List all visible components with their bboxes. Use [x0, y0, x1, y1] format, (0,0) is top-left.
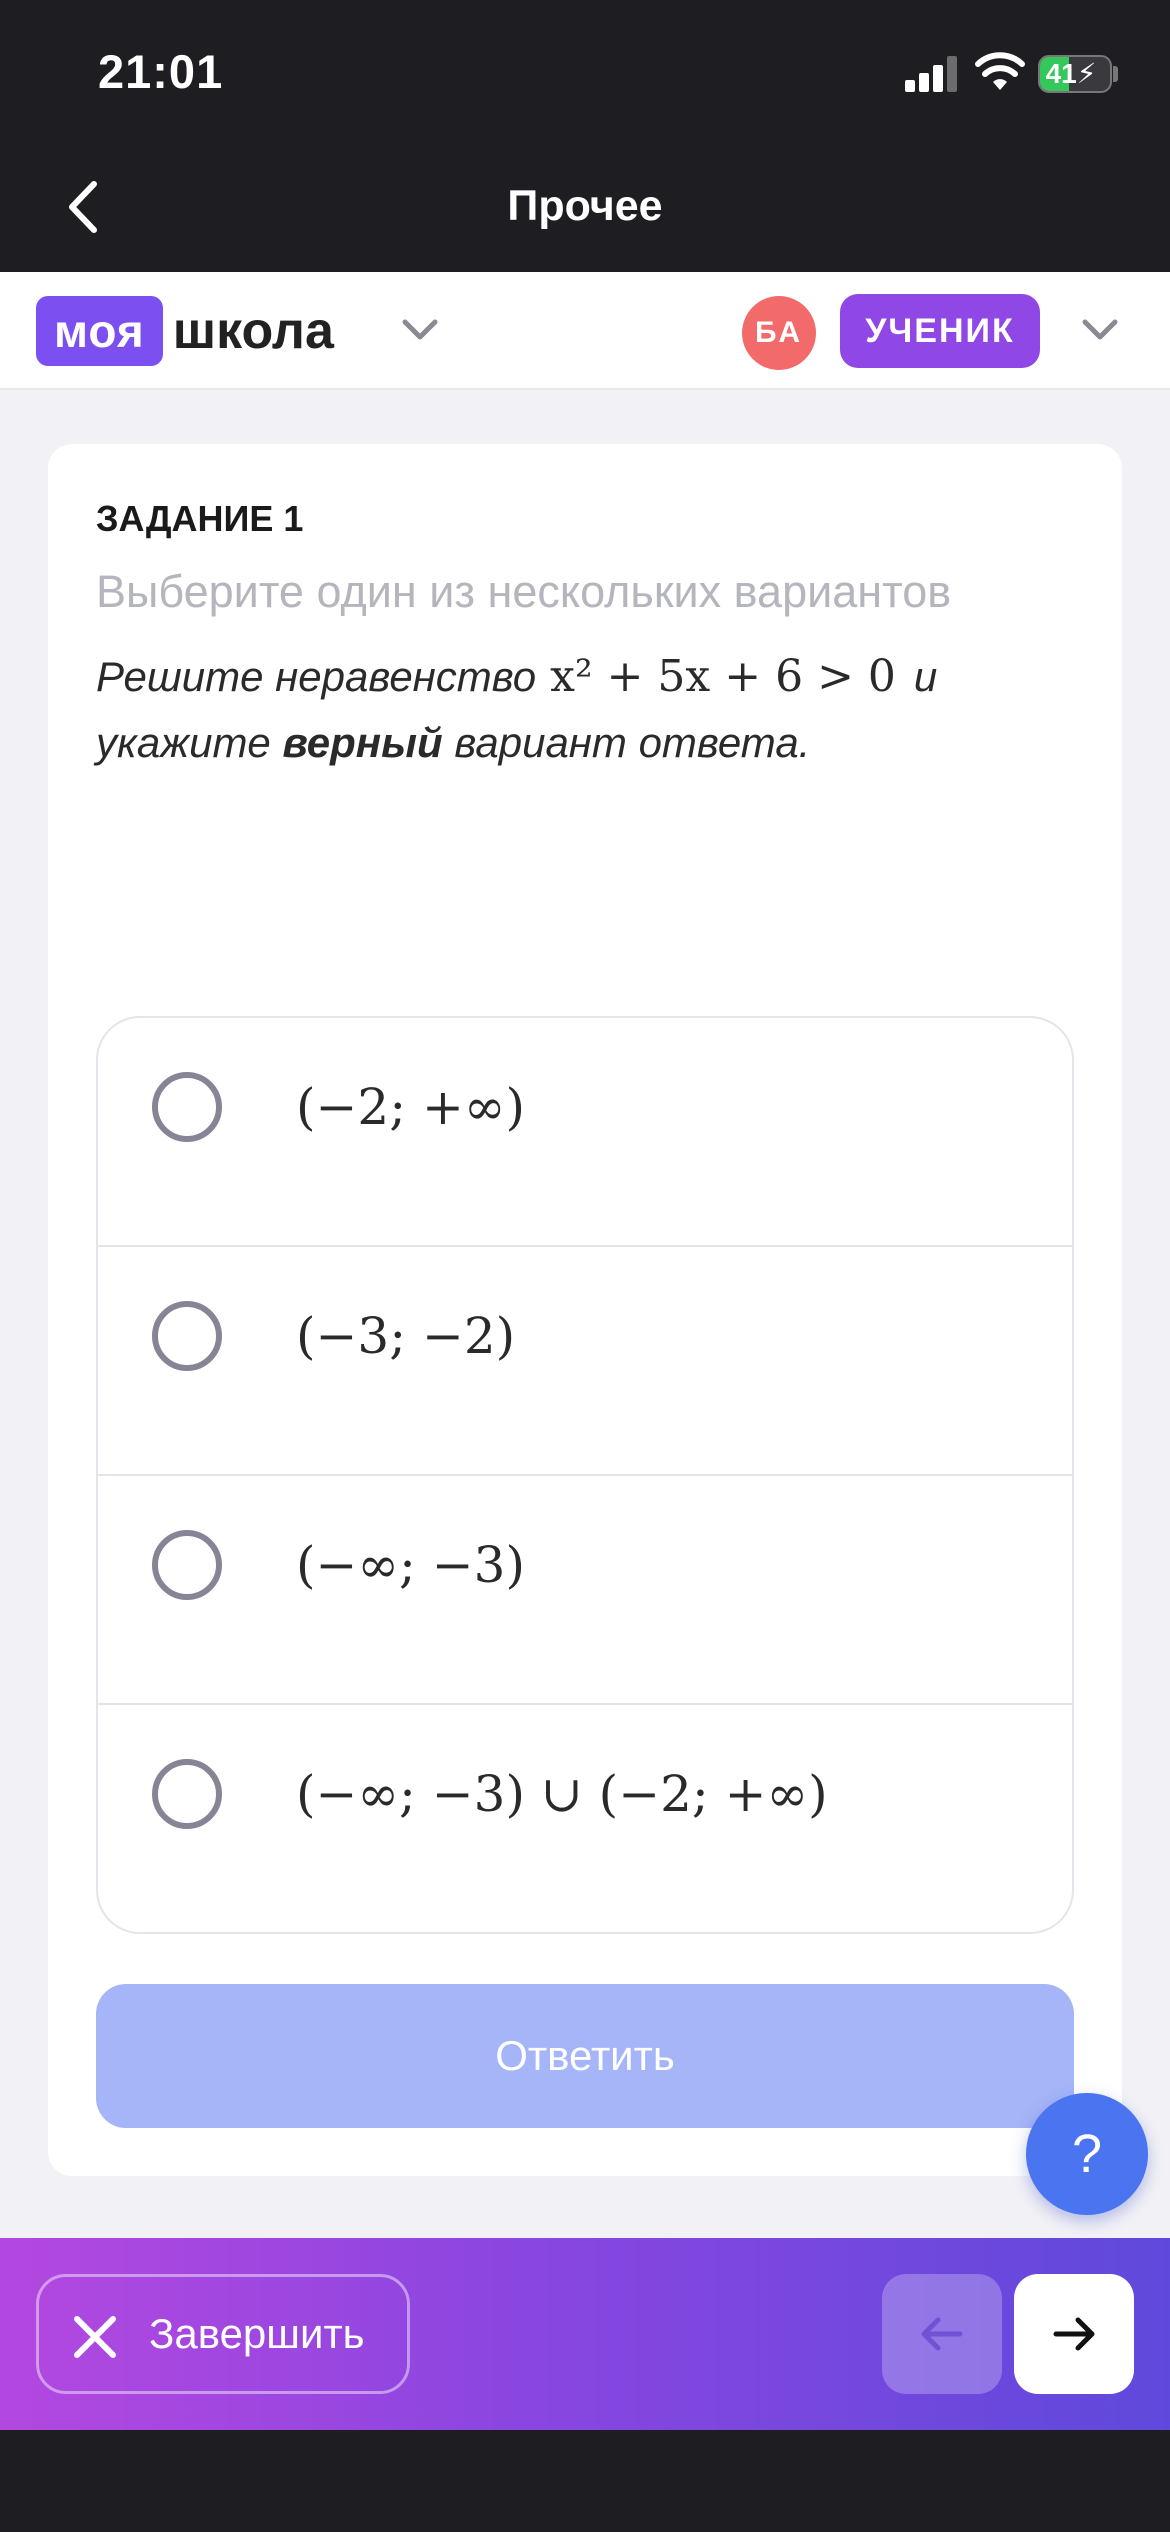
bottom-bar: Завершить: [0, 2238, 1170, 2430]
radio-button[interactable]: [152, 1301, 222, 1371]
answer-button[interactable]: Ответить: [96, 1984, 1074, 2128]
answer-option[interactable]: (−2; +∞): [98, 1018, 1072, 1247]
school-menu-chevron-down-icon[interactable]: [395, 310, 445, 350]
option-label: (−3; −2): [296, 1307, 516, 1365]
home-indicator-area: [0, 2430, 1170, 2532]
answer-option[interactable]: (−∞; −3): [98, 1476, 1072, 1705]
status-bar: 21:01 41⚡: [0, 0, 1170, 150]
nav-title: Прочее: [507, 182, 663, 230]
help-button[interactable]: ?: [1026, 2093, 1148, 2215]
close-icon: [74, 2316, 116, 2358]
logo-badge: моя: [36, 296, 163, 366]
wifi-icon: [975, 52, 1025, 90]
question-bold-word: верный: [282, 719, 443, 766]
next-button[interactable]: [1014, 2274, 1134, 2394]
role-badge[interactable]: УЧЕНИК: [840, 294, 1040, 368]
previous-button[interactable]: [882, 2274, 1002, 2394]
arrow-left-icon: [921, 2317, 963, 2351]
battery-percent: 41: [1045, 58, 1077, 89]
answer-option[interactable]: (−∞; −3) ∪ (−2; +∞): [98, 1705, 1072, 1932]
question-end: вариант ответа.: [454, 719, 811, 766]
status-time: 21:01: [98, 45, 224, 98]
question-mid: и: [913, 653, 938, 700]
arrow-right-icon: [1053, 2317, 1095, 2351]
answer-option[interactable]: (−3; −2): [98, 1247, 1072, 1476]
option-label: (−2; +∞): [296, 1078, 526, 1136]
question-inequality: x² + 5x + 6 > 0: [550, 651, 896, 702]
finish-button[interactable]: Завершить: [36, 2274, 410, 2394]
radio-button[interactable]: [152, 1759, 222, 1829]
school-logo[interactable]: моя школа: [36, 296, 334, 366]
logo-word: школа: [172, 302, 334, 360]
radio-button[interactable]: [152, 1072, 222, 1142]
content-area: ЗАДАНИЕ 1 Выберите один из нескольких ва…: [0, 390, 1170, 2238]
cellular-signal-icon: [905, 56, 961, 92]
battery-icon: 41⚡: [1038, 55, 1112, 93]
task-number: ЗАДАНИЕ 1: [96, 498, 304, 539]
option-label: (−∞; −3): [296, 1536, 526, 1594]
school-header: моя школа БА УЧЕНИК: [0, 272, 1170, 390]
task-card: ЗАДАНИЕ 1 Выберите один из нескольких ва…: [48, 444, 1122, 2176]
battery-cap: [1113, 66, 1118, 82]
question-line2-start: укажите: [96, 719, 271, 766]
task-question: Решите неравенство x² + 5x + 6 > 0 и укажи…: [96, 644, 1056, 776]
option-label: (−∞; −3) ∪ (−2; +∞): [296, 1765, 828, 1823]
charging-bolt-icon: ⚡: [1076, 58, 1097, 89]
finish-label: Завершить: [149, 2310, 365, 2357]
question-prefix: Решите неравенство: [96, 653, 537, 700]
task-instruction: Выберите один из нескольких вариантов: [96, 566, 952, 617]
avatar[interactable]: БА: [742, 296, 816, 370]
answer-options: (−2; +∞) (−3; −2) (−∞; −3) (−∞; −3) ∪ (−…: [96, 1016, 1074, 1934]
role-menu-chevron-down-icon[interactable]: [1075, 310, 1125, 350]
nav-bar: Прочее: [0, 150, 1170, 272]
radio-button[interactable]: [152, 1530, 222, 1600]
